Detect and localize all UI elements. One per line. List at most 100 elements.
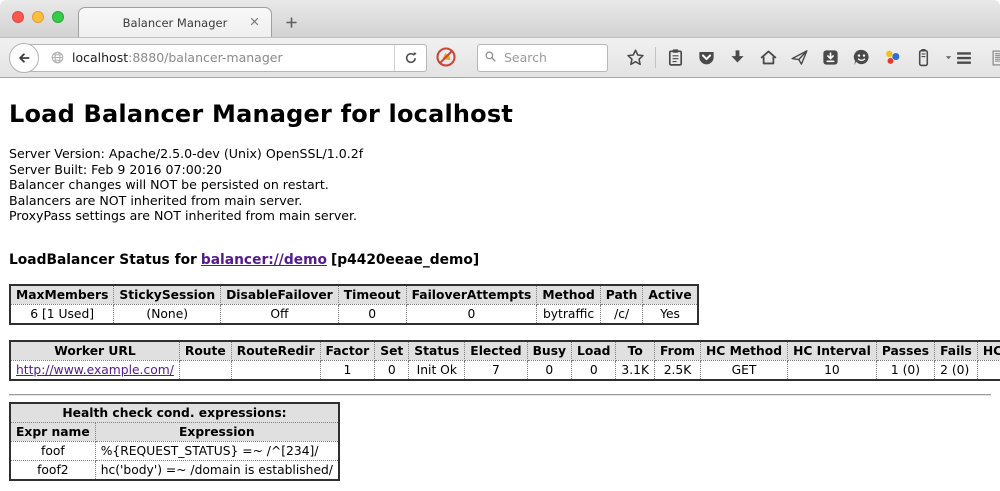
table-cell: Init Ok (409, 360, 465, 380)
table-cell: bytraffic (537, 304, 600, 324)
close-window-button[interactable] (12, 11, 24, 23)
server-info: Server Version: Apache/2.5.0-dev (Unix) … (9, 146, 991, 224)
table-cell: 3.1K (616, 360, 655, 380)
navigation-toolbar: localhost:8880/balancer-manager (0, 37, 1000, 78)
toolbar-separator (655, 47, 656, 68)
column-header: HC Interval (788, 341, 877, 361)
browser-window: Balancer Manager localhost:8880/balancer… (0, 0, 1000, 491)
table-cell: 0 (527, 360, 571, 380)
table-cell: GET (701, 360, 788, 380)
search-icon (484, 48, 502, 67)
table-cell (977, 360, 1000, 380)
table-row: foof%{REQUEST_STATUS} =~ /^[234]/ (10, 441, 339, 460)
home-icon[interactable] (757, 46, 780, 70)
globe-icon (50, 50, 66, 66)
video-download-icon[interactable] (819, 46, 842, 70)
worker-url-link[interactable]: http://www.example.com/ (16, 363, 174, 377)
table-cell: 0 (338, 304, 406, 324)
table-cell: hc('body') =~ /domain is established/ (95, 460, 339, 480)
color-dots-icon[interactable] (881, 46, 904, 70)
balancer-settings-table: MaxMembersStickySessionDisableFailoverTi… (9, 284, 699, 325)
table-cell: 2.5K (655, 360, 701, 380)
tab-balancer-manager[interactable]: Balancer Manager (78, 7, 272, 37)
minimize-window-button[interactable] (32, 11, 44, 23)
column-header: Load (572, 341, 616, 361)
caret-icon[interactable] (943, 46, 954, 70)
table-row: foof2hc('body') =~ /domain is establishe… (10, 460, 339, 480)
back-button[interactable] (9, 43, 39, 73)
column-header: RouteRedir (231, 341, 320, 361)
table-cell: 0 (572, 360, 616, 380)
search-input[interactable] (502, 49, 592, 66)
column-header: Elected (465, 341, 527, 361)
url-path: :8880/balancer-manager (128, 50, 282, 65)
table-cell: 0 (375, 360, 409, 380)
server-built-line: Server Built: Feb 9 2016 07:00:20 (9, 162, 991, 178)
column-header: Expression (95, 422, 339, 441)
search-bar[interactable] (477, 44, 608, 72)
column-header: Expr name (10, 422, 95, 441)
table-cell (179, 360, 231, 380)
table-row: http://www.example.com/10Init Ok7003.1K2… (10, 360, 1000, 380)
loadbalancer-status-heading: LoadBalancer Status forbalancer://demo[p… (9, 252, 991, 268)
table-cell: /c/ (600, 304, 643, 324)
worker-status-table: Worker URLRouteRouteRedirFactorSetStatus… (9, 340, 1000, 381)
balancers-note-line: Balancers are NOT inherited from main se… (9, 193, 991, 209)
table-cell: 7 (465, 360, 527, 380)
table-cell: (None) (114, 304, 221, 324)
table-cell: 2 (0) (935, 360, 978, 380)
titlebar: Balancer Manager (0, 0, 1000, 37)
column-header: Busy (527, 341, 571, 361)
column-header: From (655, 341, 701, 361)
reload-button[interactable] (394, 45, 426, 71)
column-header: Status (409, 341, 465, 361)
url-host: localhost (72, 50, 128, 65)
column-header: MaxMembers (10, 285, 114, 305)
pocket-icon[interactable] (695, 46, 718, 70)
clipboard-icon[interactable] (664, 46, 687, 70)
column-header: Timeout (338, 285, 406, 305)
column-header: To (616, 341, 655, 361)
column-header: Fails (935, 341, 978, 361)
table-cell: foof (10, 441, 95, 460)
column-header: DisableFailover (221, 285, 339, 305)
column-header: Set (375, 341, 409, 361)
table-cell: Off (221, 304, 339, 324)
column-header: Factor (320, 341, 375, 361)
proxypass-note-line: ProxyPass settings are NOT inherited fro… (9, 208, 991, 224)
balancer-demo-link[interactable]: balancer://demo (201, 252, 327, 268)
hamburger-menu-icon[interactable] (954, 45, 974, 71)
zoom-window-button[interactable] (52, 11, 64, 23)
table-cell: http://www.example.com/ (10, 360, 179, 380)
table-cell (231, 360, 320, 380)
plugin-blocked-icon[interactable] (435, 46, 458, 69)
battery-icon[interactable] (912, 46, 935, 70)
new-tab-button[interactable] (280, 11, 302, 33)
status-prefix: LoadBalancer Status for (9, 252, 197, 268)
traffic-lights (12, 11, 64, 23)
page-content: Load Balancer Manager for localhost Serv… (0, 78, 1000, 490)
table-title: Health check cond. expressions: (10, 403, 339, 423)
column-header: Route (179, 341, 231, 361)
url-bar[interactable]: localhost:8880/balancer-manager (23, 44, 427, 72)
toolbar-icon-strip (624, 46, 954, 70)
column-header: FailoverAttempts (406, 285, 537, 305)
table-cell: Yes (643, 304, 698, 324)
column-header: Path (600, 285, 643, 305)
send-icon[interactable] (788, 46, 811, 70)
download-icon[interactable] (726, 46, 749, 70)
tab-close-icon[interactable] (248, 15, 263, 30)
emoji-icon[interactable] (850, 46, 873, 70)
tab-title: Balancer Manager (123, 16, 228, 30)
url-text: localhost:8880/balancer-manager (72, 50, 394, 65)
table-cell: 10 (788, 360, 877, 380)
column-header: Passes (876, 341, 934, 361)
table-cell: foof2 (10, 460, 95, 480)
column-header: StickySession (114, 285, 221, 305)
column-header: Method (537, 285, 600, 305)
pixel-doc-extension-icon[interactable] (990, 46, 1000, 70)
bookmark-star-icon[interactable] (624, 46, 647, 70)
table-cell: 0 (406, 304, 537, 324)
column-header: Active (643, 285, 698, 305)
section-divider (9, 394, 991, 396)
